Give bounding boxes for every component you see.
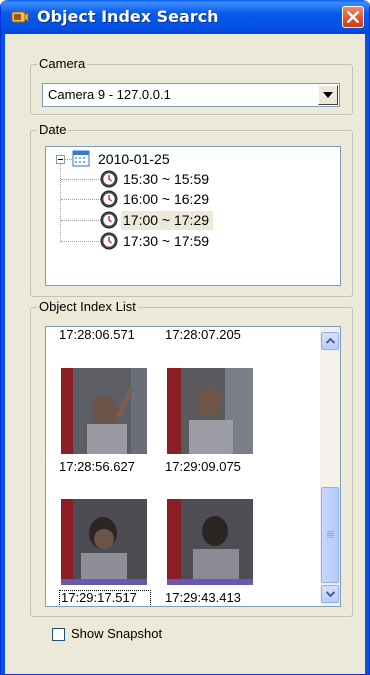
clock-icon — [100, 211, 118, 229]
camera-select[interactable]: Camera 9 - 127.0.0.1 — [42, 83, 340, 107]
tree-item-date[interactable]: 2010-01-25 — [98, 150, 170, 168]
window-frame-left — [1, 34, 5, 674]
scroll-up-button[interactable] — [321, 332, 339, 350]
snapshot-thumbnail[interactable] — [61, 368, 147, 454]
tree-line — [61, 241, 101, 242]
object-index-list[interactable]: 17:28:06.571 17:28:07.205 17:28:56.627 1… — [45, 326, 341, 607]
window-frame-right — [365, 34, 369, 674]
clock-icon — [100, 190, 118, 208]
vertical-scrollbar[interactable] — [320, 327, 340, 606]
snapshot-thumbnail[interactable] — [61, 499, 147, 585]
camera-dropdown-button[interactable] — [318, 85, 338, 105]
date-group-label: Date — [37, 122, 69, 137]
scroll-down-button[interactable] — [321, 585, 339, 603]
snapshot-time-partial: 17:28:06.571 — [59, 327, 135, 342]
camera-select-value: Camera 9 - 127.0.0.1 — [48, 87, 171, 102]
chevron-down-icon — [326, 591, 335, 597]
snapshot-time-focused: 17:29:17.517 — [61, 590, 137, 605]
camera-group-label: Camera — [37, 56, 88, 71]
snapshot-thumbnail[interactable] — [167, 499, 253, 585]
scroll-thumb[interactable] — [321, 487, 339, 583]
window-title: Object Index Search — [37, 7, 219, 26]
tree-item-time-range[interactable]: 17:30 ~ 17:59 — [123, 232, 209, 250]
tree-line — [61, 220, 101, 221]
show-snapshot-label[interactable]: Show Snapshot — [71, 626, 162, 641]
close-button[interactable] — [342, 6, 364, 28]
snapshot-time: 17:29:09.075 — [165, 459, 241, 474]
tree-line — [61, 179, 101, 180]
title-bar[interactable]: Object Index Search — [1, 0, 369, 34]
tree-line — [60, 164, 61, 243]
tree-item-time-range[interactable]: 15:30 ~ 15:59 — [123, 170, 209, 188]
chevron-down-icon — [323, 92, 333, 98]
snapshot-time: 17:29:43.413 — [165, 590, 241, 605]
clock-icon — [100, 232, 118, 250]
clock-icon — [100, 170, 118, 188]
collapse-toggle[interactable] — [56, 155, 65, 164]
snapshot-time-partial: 17:28:07.205 — [165, 327, 241, 342]
tree-item-time-range-selected[interactable]: 17:00 ~ 17:29 — [123, 211, 209, 229]
tree-line — [65, 159, 72, 160]
snapshot-time: 17:28:56.627 — [59, 459, 135, 474]
app-icon — [11, 11, 29, 23]
snapshot-thumbnail[interactable] — [167, 368, 253, 454]
object-index-search-window: Object Index Search Camera Camera 9 - 12… — [0, 0, 370, 675]
date-tree[interactable]: 2010-01-25 15:30 ~ 15:59 16:00 ~ 16:29 1… — [45, 146, 341, 286]
chevron-up-icon — [326, 338, 335, 344]
calendar-icon — [72, 150, 90, 167]
tree-line — [61, 199, 101, 200]
close-icon — [347, 11, 359, 23]
object-index-group-label: Object Index List — [37, 299, 138, 314]
tree-item-time-range[interactable]: 16:00 ~ 16:29 — [123, 190, 209, 208]
show-snapshot-checkbox[interactable] — [52, 628, 65, 641]
